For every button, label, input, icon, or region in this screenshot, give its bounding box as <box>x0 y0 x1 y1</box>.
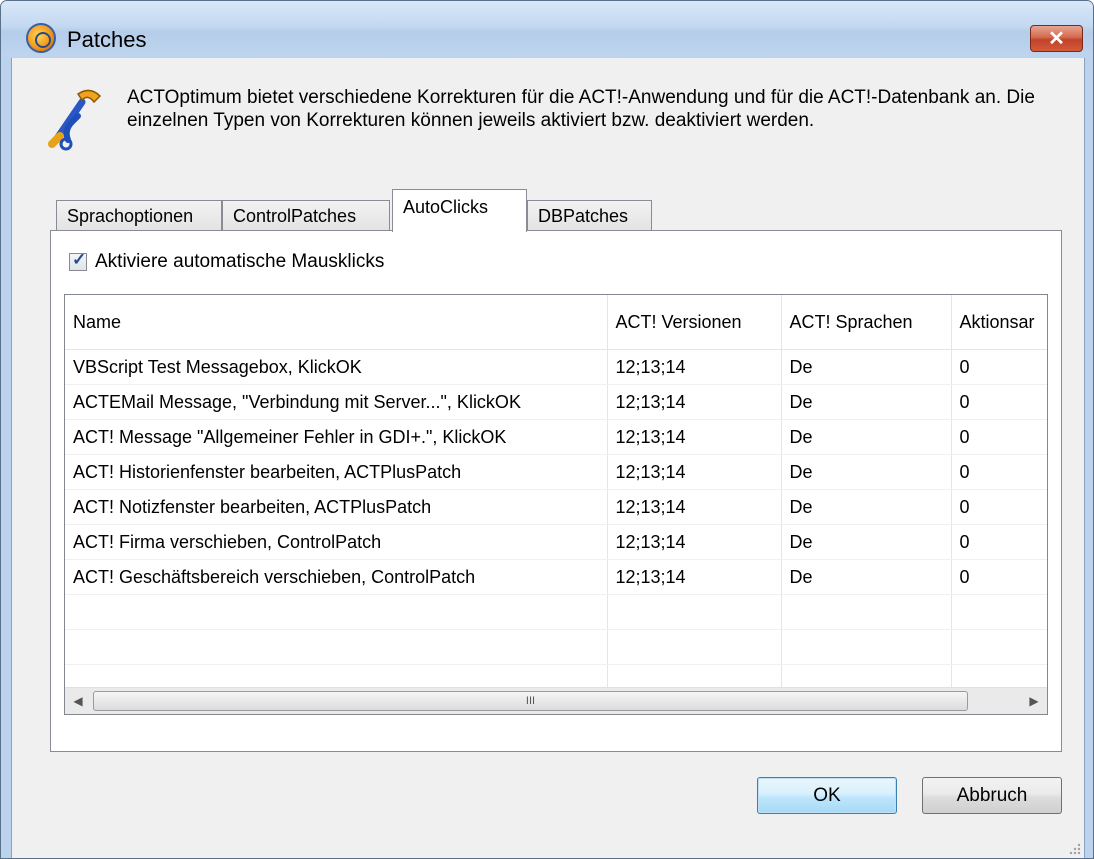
cell-versions: 12;13;14 <box>607 489 782 525</box>
cell-name: ACT! Message "Allgemeiner Fehler in GDI+… <box>65 419 608 455</box>
auto-click-checkbox-row[interactable]: Aktiviere automatische Mausklicks <box>69 250 385 273</box>
cell-versions: 12;13;14 <box>607 454 782 490</box>
cell-versions: 12;13;14 <box>607 349 782 385</box>
autoclicks-list[interactable]: Name ACT! Versionen ACT! Sprachen Aktion… <box>64 294 1048 715</box>
table-row[interactable]: ACT! Geschäftsbereich verschieben, Contr… <box>65 559 1047 595</box>
column-header-name[interactable]: Name <box>65 295 608 350</box>
dialog-body: ACTOptimum bietet verschiedene Korrektur… <box>11 58 1085 858</box>
auto-click-checkbox-label: Aktiviere automatische Mausklicks <box>95 251 385 272</box>
table-row[interactable]: ACT! Historienfenster bearbeiten, ACTPlu… <box>65 454 1047 490</box>
table-row[interactable]: ACT! Firma verschieben, ControlPatch 12;… <box>65 524 1047 560</box>
header-row: Name ACT! Versionen ACT! Sprachen Aktion… <box>65 295 1047 350</box>
cancel-button[interactable]: Abbruch <box>922 777 1062 814</box>
empty-row <box>65 629 1047 665</box>
column-header-versions[interactable]: ACT! Versionen <box>607 295 782 350</box>
cell-versions: 12;13;14 <box>607 419 782 455</box>
tab-sprachoptionen[interactable]: Sprachoptionen <box>56 200 222 231</box>
autoclicks-panel: Aktiviere automatische Mausklicks Name A… <box>50 230 1062 752</box>
cell-name: VBScript Test Messagebox, KlickOK <box>65 349 608 385</box>
cell-action: 0 <box>951 489 1047 525</box>
close-button[interactable]: ✕ <box>1030 25 1083 52</box>
table-row[interactable]: ACT! Message "Allgemeiner Fehler in GDI+… <box>65 419 1047 455</box>
tools-icon <box>48 89 102 151</box>
description-text: ACTOptimum bietet verschiedene Korrektur… <box>127 87 1035 131</box>
tab-autoclicks[interactable]: AutoClicks <box>392 189 527 232</box>
cell-action: 0 <box>951 384 1047 420</box>
horizontal-scrollbar[interactable]: ◀ III ▶ <box>65 687 1047 714</box>
cell-languages: De <box>781 384 952 420</box>
cell-versions: 12;13;14 <box>607 524 782 560</box>
ok-button[interactable]: OK <box>757 777 897 814</box>
cell-name: ACT! Historienfenster bearbeiten, ACTPlu… <box>65 454 608 490</box>
cell-languages: De <box>781 454 952 490</box>
cell-name: ACT! Firma verschieben, ControlPatch <box>65 524 608 560</box>
cell-action: 0 <box>951 419 1047 455</box>
auto-click-checkbox[interactable] <box>69 250 87 271</box>
resize-grip-icon[interactable] <box>1067 841 1081 855</box>
cell-versions: 12;13;14 <box>607 384 782 420</box>
column-header-action[interactable]: Aktionsar <box>951 295 1047 350</box>
tab-controlpatches[interactable]: ControlPatches <box>222 200 390 231</box>
empty-row <box>65 594 1047 630</box>
table-row[interactable]: ACT! Notizfenster bearbeiten, ACTPlusPat… <box>65 489 1047 525</box>
cell-languages: De <box>781 349 952 385</box>
cell-versions: 12;13;14 <box>607 559 782 595</box>
cell-languages: De <box>781 419 952 455</box>
cell-name: ACTEMail Message, "Verbindung mit Server… <box>65 384 608 420</box>
scroll-thumb[interactable]: III <box>93 691 968 711</box>
cell-languages: De <box>781 489 952 525</box>
table-row[interactable]: ACTEMail Message, "Verbindung mit Server… <box>65 384 1047 420</box>
cell-name: ACT! Notizfenster bearbeiten, ACTPlusPat… <box>65 489 608 525</box>
patches-dialog: Patches ✕ ACTOptimum bietet verschiedene… <box>0 0 1094 859</box>
cell-action: 0 <box>951 559 1047 595</box>
cell-action: 0 <box>951 524 1047 560</box>
scroll-right-icon[interactable]: ▶ <box>1021 688 1047 714</box>
title-bar[interactable]: Patches ✕ <box>1 1 1093 57</box>
scroll-left-icon[interactable]: ◀ <box>65 688 91 714</box>
window-title: Patches <box>67 27 147 52</box>
cell-languages: De <box>781 559 952 595</box>
cell-name: ACT! Geschäftsbereich verschieben, Contr… <box>65 559 608 595</box>
act-optimum-icon <box>26 23 56 53</box>
table-row[interactable]: VBScript Test Messagebox, KlickOK 12;13;… <box>65 349 1047 385</box>
tab-dbpatches[interactable]: DBPatches <box>527 200 652 231</box>
cell-action: 0 <box>951 349 1047 385</box>
autoclicks-table: Name ACT! Versionen ACT! Sprachen Aktion… <box>65 295 1047 700</box>
column-header-languages[interactable]: ACT! Sprachen <box>781 295 952 350</box>
cell-action: 0 <box>951 454 1047 490</box>
cell-languages: De <box>781 524 952 560</box>
